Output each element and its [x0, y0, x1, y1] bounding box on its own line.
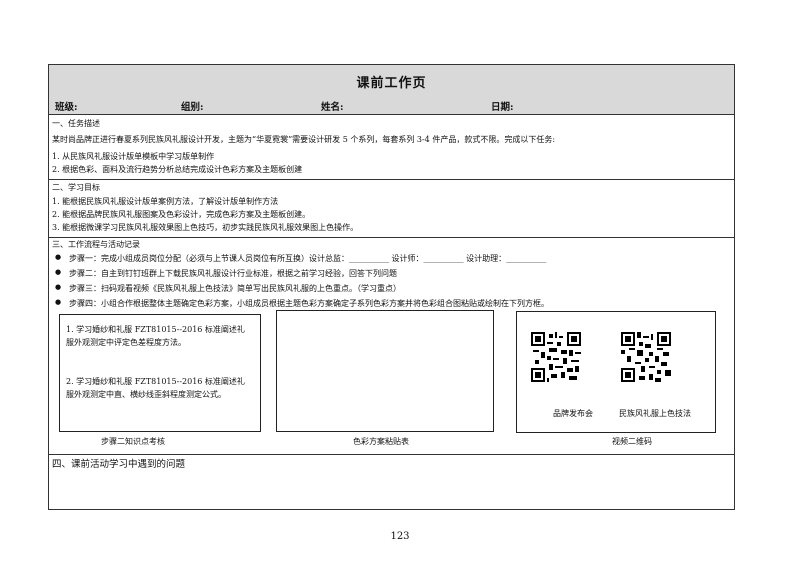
qr-label: 民族风礼服上色技法	[619, 409, 691, 418]
goal-item: 1. 能根据民族风礼服设计版单案例方法，了解设计版单制作方法	[52, 197, 279, 206]
goal-item: 3. 能根据微课学习民族风礼服效果图上色技巧，初步实践民族风礼服效果图上色操作。	[52, 223, 359, 232]
page-title: 课前工作页	[49, 65, 734, 98]
page-number: 123	[390, 531, 410, 542]
task-item: 1. 从民族风礼服设计版单模板中学习版单制作	[52, 152, 215, 161]
color-scheme-paste-box[interactable]	[276, 310, 494, 432]
date-label: 日期:	[491, 102, 514, 113]
section-heading: 一、任务描述	[52, 119, 100, 128]
section-heading: 三、工作流程与活动记录	[52, 240, 140, 249]
qr-code-box: 品牌发布会 民族风礼服上色技法	[516, 311, 716, 433]
box-caption: 视频二维码	[612, 437, 652, 446]
qr-code-icon[interactable]	[621, 329, 671, 385]
box-caption: 色彩方案粘贴表	[353, 437, 409, 446]
learning-goals-section: 二、学习目标 1. 能根据民族风礼服设计版单案例方法，了解设计版单制作方法 2.…	[49, 179, 734, 238]
knowledge-check-box: 1. 学习婚纱和礼服 FZT81015--2016 标准阐述礼服外观测定中评定色…	[59, 314, 261, 432]
task-body: 某时尚品牌正进行春夏系列民族风礼服设计开发，主题为“华夏霓裳”需要设计研发 5 …	[52, 135, 556, 144]
bullet-icon: ●	[55, 283, 62, 291]
goal-item: 2. 能根据品牌民族风礼服图案及色彩设计，完成色彩方案及主题板创建。	[52, 210, 311, 219]
qr-label: 品牌发布会	[553, 409, 593, 418]
box-caption: 步骤二知识点考核	[101, 437, 165, 446]
info-row: 班级: 组别: 姓名: 日期:	[49, 97, 734, 115]
step-item: 步骤三：扫码观看视频《民族风礼服上色技法》简单写出民族风礼服的上色重点。（学习重…	[69, 284, 401, 293]
problems-section: 四、课前活动学习中遇到的问题	[49, 454, 734, 509]
bullet-icon: ●	[55, 298, 62, 306]
question-1: 1. 学习婚纱和礼服 FZT81015--2016 标准阐述礼服外观测定中评定色…	[66, 325, 245, 347]
step-item: 步骤二：自主到钉钉班群上下载民族风礼服设计行业标准，根据之前学习经验，回答下列问…	[69, 269, 397, 278]
task-description-section: 一、任务描述 某时尚品牌正进行春夏系列民族风礼服设计开发，主题为“华夏霓裳”需要…	[49, 115, 734, 180]
bullet-icon: ●	[55, 268, 62, 276]
step-item: 步骤一：完成小组成员岗位分配（必须与上节课人员岗位有所互换）设计总监：_____…	[69, 254, 547, 263]
qr-code-icon[interactable]	[531, 329, 581, 385]
task-item: 2. 根据色彩、面料及流行趋势分析总结完成设计色彩方案及主题板创建	[52, 165, 303, 174]
name-label: 姓名:	[321, 102, 344, 113]
section-heading: 二、学习目标	[52, 183, 100, 192]
worksheet: 课前工作页 班级: 组别: 姓名: 日期: 一、任务描述 某时尚品牌正进行春夏系…	[48, 64, 735, 510]
class-label: 班级:	[55, 102, 78, 113]
group-label: 组别:	[181, 102, 204, 113]
section-heading: 四、课前活动学习中遇到的问题	[52, 459, 186, 470]
question-2: 2. 学习婚纱和礼服 FZT81015--2016 标准阐述礼服外观测定中直、横…	[66, 377, 245, 399]
step-item: 步骤四：小组合作根据整体主题确定色彩方案，小组成员根据主题色彩方案确定子系列色彩…	[69, 299, 549, 308]
workflow-section: 三、工作流程与活动记录 ● 步骤一：完成小组成员岗位分配（必须与上节课人员岗位有…	[49, 237, 734, 455]
bullet-icon: ●	[55, 253, 62, 261]
